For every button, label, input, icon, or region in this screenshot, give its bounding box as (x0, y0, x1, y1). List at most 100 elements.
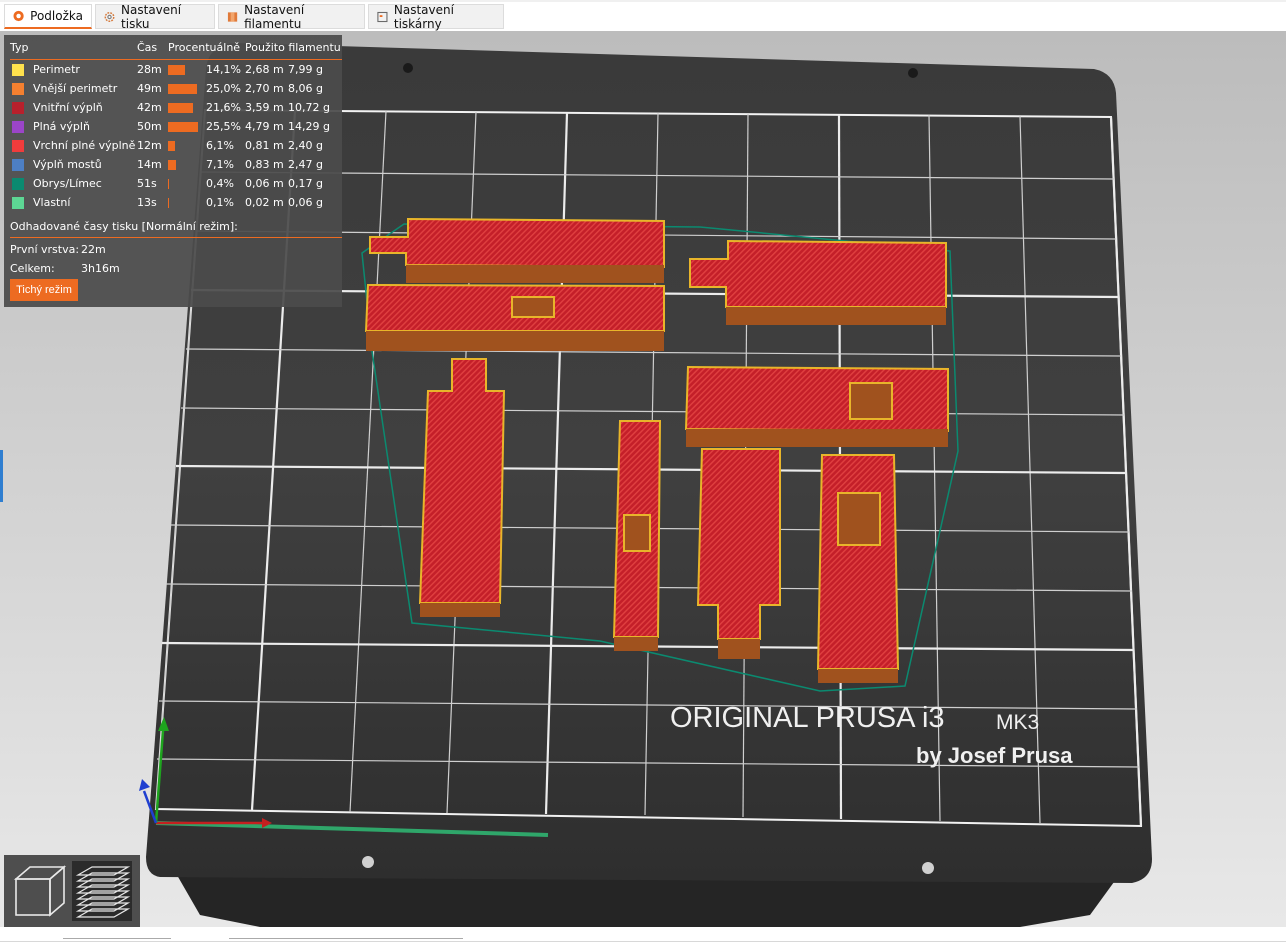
legend-percent-bar (168, 179, 169, 189)
legend-row-length: 2,68 m (245, 63, 284, 76)
part-5 (418, 358, 506, 604)
legend-row-percent: 25,0% (206, 82, 241, 95)
legend-row[interactable]: Výplň mostů 14m 7,1% 0,83 m 2,47 g (4, 156, 342, 174)
bed-brand-title: ORIGINAL PRUSA i3 (670, 702, 945, 734)
legend-row-percent: 14,1% (206, 63, 241, 76)
legend-row[interactable]: Vnitřní výplň 42m 21,6% 3,59 m 10,72 g (4, 99, 342, 117)
legend-row-length: 3,59 m (245, 101, 284, 114)
view-mode-toolbar (4, 855, 140, 927)
legend-color-swatch (12, 102, 24, 114)
legend-row-name: Vnitřní výplň (33, 101, 103, 114)
legend-row-weight: 10,72 g (288, 101, 330, 114)
part-1 (369, 217, 665, 269)
legend-row-time: 12m (137, 139, 162, 152)
legend-header-filament: Použito filamentu (245, 41, 341, 54)
tab-printer-settings[interactable]: Nastavení tiskárny (368, 3, 504, 31)
first-layer-label: První vrstva: (10, 243, 80, 256)
legend-percent-bar (168, 103, 193, 113)
legend-row-length: 2,70 m (245, 82, 284, 95)
legend-percent-bar (168, 122, 198, 132)
legend-color-swatch (12, 197, 24, 209)
bed-brand-mk: MK3 (996, 711, 1039, 734)
gear-icon (104, 11, 115, 22)
quiet-mode-button[interactable]: Tichý režim (10, 279, 78, 301)
part-8-hole (837, 492, 881, 546)
legend-row-length: 4,79 m (245, 120, 284, 133)
part-4-hole (849, 382, 893, 420)
legend-row-name: Vlastní (33, 196, 71, 209)
legend-row[interactable]: Vrchní plné výplně 12m 6,1% 0,81 m 2,40 g (4, 137, 342, 155)
legend-row-percent: 0,1% (206, 196, 234, 209)
3d-view-button[interactable] (8, 861, 68, 921)
legend-header-time: Čas (137, 41, 158, 54)
legend-row-percent: 25,5% (206, 120, 241, 133)
tab-filament-settings[interactable]: Nastavení filamentu (218, 2, 365, 31)
legend-row[interactable]: Plná výplň 50m 25,5% 4,79 m 14,29 g (4, 118, 342, 136)
legend-row[interactable]: Vnější perimetr 49m 25,0% 2,70 m 8,06 g (4, 80, 342, 98)
tab-label: Nastavení filamentu (244, 2, 305, 31)
legend-color-swatch (12, 159, 24, 171)
tab-bar: Podložka Nastavení tisku Nastavení filam… (0, 0, 1286, 32)
legend-percent-bar (168, 141, 175, 151)
legend-row-percent: 6,1% (206, 139, 234, 152)
legend-header-type: Typ (10, 41, 29, 54)
window-edge-accent (0, 450, 3, 502)
plate-icon (13, 10, 24, 22)
legend-header-percent: Procentuálně (168, 41, 241, 54)
legend-row-weight: 2,40 g (288, 139, 323, 152)
legend-row-length: 0,02 m (245, 196, 284, 209)
3d-view-icon (13, 865, 67, 917)
layers-view-button[interactable] (72, 861, 132, 921)
part-4 (684, 365, 949, 433)
legend-row-name: Vnější perimetr (33, 82, 118, 95)
legend-row-weight: 8,06 g (288, 82, 323, 95)
legend-row-percent: 21,6% (206, 101, 241, 114)
part-2-hole (511, 296, 555, 318)
legend-row-length: 0,81 m (245, 139, 284, 152)
status-field (63, 938, 171, 942)
part-3 (689, 239, 947, 308)
legend-row-weight: 7,99 g (288, 63, 323, 76)
legend-row-time: 28m (137, 63, 162, 76)
legend-row-time: 42m (137, 101, 162, 114)
legend-row[interactable]: Vlastní 13s 0,1% 0,02 m 0,06 g (4, 194, 342, 212)
tab-print-settings[interactable]: Nastavení tisku (95, 3, 215, 31)
legend-row[interactable]: Obrys/Límec 51s 0,4% 0,06 m 0,17 g (4, 175, 342, 193)
legend-row-name: Plná výplň (33, 120, 90, 133)
legend-row-weight: 0,06 g (288, 196, 323, 209)
part-8 (816, 454, 900, 670)
legend-row-name: Perimetr (33, 63, 80, 76)
gcode-legend-panel: Typ Čas Procentuálně Použito filamentu P… (4, 35, 342, 307)
legend-row-weight: 0,17 g (288, 177, 323, 190)
legend-percent-bar (168, 84, 197, 94)
tab-plate[interactable]: Podložka (4, 4, 92, 29)
legend-row-name: Obrys/Límec (33, 177, 102, 190)
estimate-title: Odhadované časy tisku [Normální režim]: (10, 220, 238, 233)
first-layer-value: 22m (81, 243, 106, 256)
legend-separator (10, 237, 342, 238)
legend-row-percent: 0,4% (206, 177, 234, 190)
legend-row-time: 50m (137, 120, 162, 133)
legend-row-time: 49m (137, 82, 162, 95)
legend-color-swatch (12, 178, 24, 190)
bed-brand-author: by Josef Prusa (916, 743, 1073, 768)
total-time-label: Celkem: (10, 262, 55, 275)
legend-percent-bar (168, 160, 176, 170)
legend-percent-bar (168, 198, 169, 208)
legend-row-weight: 2,47 g (288, 158, 323, 171)
legend-color-swatch (12, 121, 24, 133)
legend-row[interactable]: Perimetr 28m 14,1% 2,68 m 7,99 g (4, 61, 342, 79)
printer-icon (377, 11, 388, 22)
legend-row-length: 0,83 m (245, 158, 284, 171)
status-field (229, 938, 463, 942)
legend-row-percent: 7,1% (206, 158, 234, 171)
legend-row-name: Výplň mostů (33, 158, 102, 171)
legend-row-time: 14m (137, 158, 162, 171)
legend-row-name: Vrchní plné výplně (33, 139, 136, 152)
part-6-hole (623, 514, 651, 552)
filament-spool-icon (227, 11, 238, 22)
legend-color-swatch (12, 64, 24, 76)
legend-color-swatch (12, 140, 24, 152)
legend-row-time: 13s (137, 196, 157, 209)
layers-view-icon (75, 866, 131, 918)
